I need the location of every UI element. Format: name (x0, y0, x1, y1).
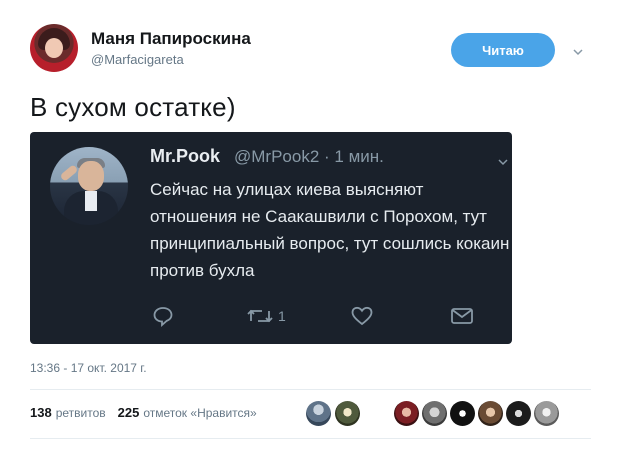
follow-button[interactable]: Читаю (451, 33, 555, 67)
avatar-face (45, 38, 63, 58)
quoted-action-bar: 1 (30, 302, 512, 332)
retweets-count[interactable]: 138 (30, 405, 52, 420)
likes-count[interactable]: 225 (118, 405, 140, 420)
tweet-timestamp[interactable]: 13:36 - 17 окт. 2017 г. (30, 361, 147, 375)
retweets-label[interactable]: ретвитов (56, 406, 106, 420)
avatar[interactable] (394, 401, 419, 426)
avatar-arm (59, 164, 79, 182)
quoted-author-avatar[interactable] (50, 147, 128, 225)
author-handle[interactable]: @Marfacigareta (91, 52, 184, 67)
quoted-tweet-card[interactable]: Mr.Pook @MrPook2 · 1 мин. Сейчас на улиц… (30, 132, 512, 344)
retweet-button[interactable]: 1 (245, 302, 286, 330)
retweet-icon (245, 305, 275, 327)
avatar[interactable] (335, 401, 360, 426)
tweet-stats: 138 ретвитов 225 отметок «Нравится» (30, 405, 257, 420)
avatar[interactable] (534, 401, 559, 426)
reply-icon[interactable] (152, 302, 174, 330)
heart-icon[interactable] (350, 302, 374, 330)
quoted-tweet-text: Сейчас на улицах киева выясняют отношени… (150, 180, 510, 280)
avatar-shirt (85, 191, 97, 211)
avatar[interactable] (506, 401, 531, 426)
envelope-icon[interactable] (450, 302, 474, 330)
quoted-author-handle-time[interactable]: @MrPook2 · 1 мин. (234, 147, 384, 167)
chevron-down-icon[interactable] (573, 44, 583, 56)
retweet-count: 1 (278, 308, 286, 324)
author-name[interactable]: Маня Папироскина (91, 29, 251, 49)
avatar[interactable] (450, 401, 475, 426)
avatar-face (78, 161, 104, 191)
tweet-text: В сухом остатке) (30, 92, 236, 122)
chevron-down-icon[interactable] (498, 154, 508, 166)
divider (30, 389, 591, 390)
avatar[interactable] (306, 401, 331, 426)
avatar[interactable] (422, 401, 447, 426)
quoted-author-name[interactable]: Mr.Pook (150, 146, 220, 167)
divider (30, 438, 591, 439)
author-avatar[interactable] (30, 24, 78, 72)
avatar[interactable] (478, 401, 503, 426)
likes-label[interactable]: отметок «Нравится» (143, 406, 256, 420)
